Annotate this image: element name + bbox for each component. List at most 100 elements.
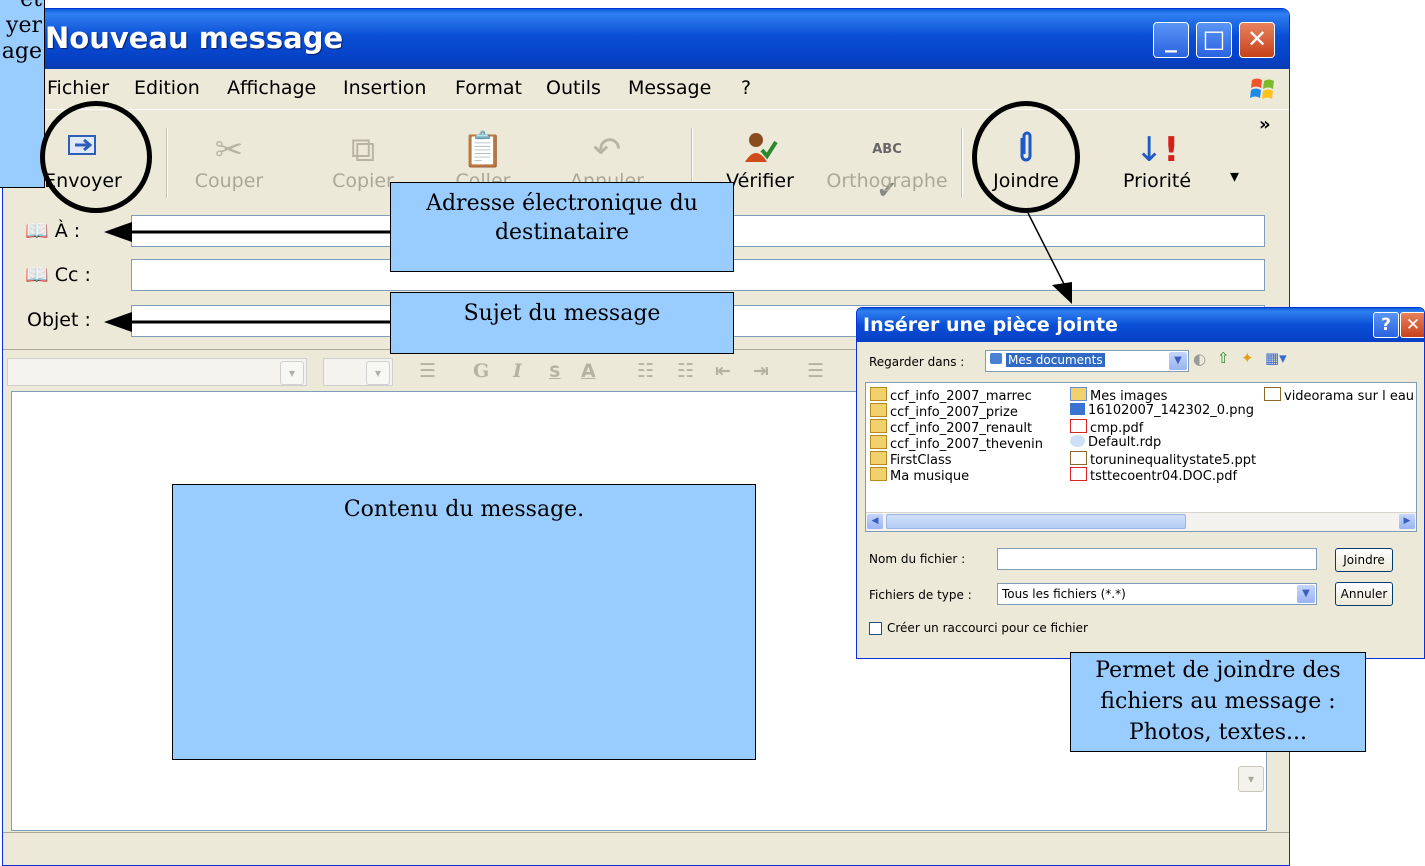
up-folder-icon[interactable]: ⇧ bbox=[1217, 349, 1230, 367]
send-callout-line-2: yer bbox=[6, 13, 42, 38]
list-item[interactable]: videorama sur l eau . bbox=[1264, 387, 1416, 404]
spelling-label: Orthographe bbox=[826, 170, 948, 192]
image-file-icon bbox=[1070, 403, 1085, 415]
folder-icon bbox=[870, 451, 887, 465]
status-bar bbox=[3, 832, 1289, 865]
address-book-icon: 📖 bbox=[25, 264, 49, 286]
window-title: Nouveau message bbox=[45, 21, 344, 55]
list-item[interactable]: toruninequalitystate5.ppt bbox=[1070, 451, 1256, 468]
horizontal-scrollbar[interactable]: ◀ ▶ bbox=[866, 512, 1416, 531]
align-left-icon[interactable]: ☰ bbox=[807, 360, 824, 382]
new-folder-icon[interactable]: ✦ bbox=[1241, 349, 1254, 367]
list-item[interactable]: ccf_info_2007_prize bbox=[870, 403, 1018, 420]
menu-affichage[interactable]: Affichage bbox=[227, 77, 316, 99]
attach-dialog-button[interactable]: Joindre bbox=[1335, 548, 1393, 572]
font-name-combo[interactable]: ▾ bbox=[7, 358, 307, 386]
close-icon: ✕ bbox=[1246, 25, 1268, 53]
back-icon[interactable]: ◐ bbox=[1193, 350, 1206, 368]
list-item[interactable]: 16102007_142302_0.png bbox=[1070, 403, 1254, 418]
underline-button[interactable]: S bbox=[549, 362, 561, 381]
close-button[interactable]: ✕ bbox=[1239, 22, 1275, 58]
numbered-list-icon[interactable]: ☷ bbox=[637, 360, 654, 382]
attach-dialog: Insérer une pièce jointe ? ✕ Regarder da… bbox=[856, 307, 1425, 659]
maximize-button[interactable]: □ bbox=[1196, 22, 1232, 58]
list-item[interactable]: Mes images bbox=[1070, 387, 1167, 404]
decrease-indent-icon[interactable]: ⇤ bbox=[715, 360, 731, 382]
list-item[interactable]: ccf_info_2007_renault bbox=[870, 419, 1032, 436]
cancel-dialog-button[interactable]: Annuler bbox=[1335, 582, 1393, 606]
filename-label: Nom du fichier : bbox=[869, 552, 966, 566]
look-in-combo[interactable]: Mes documents ▼ bbox=[985, 350, 1189, 372]
windows-logo-icon bbox=[1250, 78, 1274, 99]
filetype-combo[interactable]: Tous les fichiers (*.*) ▼ bbox=[997, 583, 1317, 605]
to-label[interactable]: 📖 À : bbox=[25, 219, 80, 242]
scissors-icon: ✂ bbox=[214, 130, 244, 170]
filename-input[interactable] bbox=[997, 548, 1317, 570]
undo-icon: ↶ bbox=[592, 130, 622, 170]
title-bar[interactable]: Nouveau message _ □ ✕ bbox=[3, 9, 1289, 69]
copy-icon: ⧉ bbox=[350, 130, 376, 170]
maximize-icon: □ bbox=[1202, 25, 1226, 53]
menu-edition[interactable]: Edition bbox=[134, 77, 200, 99]
pdf-file-icon bbox=[1070, 419, 1087, 433]
bullet-list-icon[interactable]: ☷ bbox=[677, 360, 694, 382]
priority-icon: ↓! bbox=[1134, 130, 1180, 170]
minimize-button[interactable]: _ bbox=[1153, 22, 1189, 58]
shortcut-checkbox[interactable] bbox=[869, 622, 882, 635]
check-names-icon bbox=[745, 133, 778, 162]
list-item[interactable]: ccf_info_2007_marrec bbox=[870, 387, 1032, 404]
cc-label[interactable]: 📖 Cc : bbox=[25, 263, 91, 286]
folder-icon bbox=[870, 435, 887, 449]
scrollbar-thumb[interactable] bbox=[886, 514, 1186, 529]
toolbar-separator bbox=[961, 128, 963, 198]
list-item[interactable]: FirstClass bbox=[870, 451, 952, 468]
menu-insertion[interactable]: Insertion bbox=[343, 77, 426, 99]
font-color-button[interactable]: A bbox=[581, 360, 596, 382]
scroll-right-icon[interactable]: ▶ bbox=[1399, 514, 1415, 529]
ppt-file-icon bbox=[1070, 451, 1087, 465]
view-menu-icon[interactable]: ▦▾ bbox=[1265, 349, 1287, 367]
priority-dropdown-arrow[interactable]: ▾ bbox=[1230, 166, 1239, 187]
spelling-button[interactable]: ABC ✔ Orthographe bbox=[825, 110, 949, 210]
font-size-combo[interactable]: ▾ bbox=[323, 358, 393, 386]
increase-indent-icon[interactable]: ⇥ bbox=[753, 360, 769, 382]
dialog-close-button[interactable]: ✕ bbox=[1400, 312, 1424, 338]
help-icon: ? bbox=[1381, 315, 1391, 335]
chevron-down-icon: ▾ bbox=[1247, 772, 1255, 786]
list-item[interactable]: Default.rdp bbox=[1070, 435, 1161, 450]
filetype-label: Fichiers de type : bbox=[869, 588, 972, 602]
paragraph-style-icon[interactable]: ☰ bbox=[419, 360, 436, 382]
file-list: ccf_info_2007_marrec ccf_info_2007_prize… bbox=[865, 382, 1417, 532]
minimize-icon: _ bbox=[1165, 25, 1177, 53]
menu-message[interactable]: Message bbox=[628, 77, 711, 99]
scroll-down-button[interactable]: ▾ bbox=[1238, 766, 1264, 792]
attach-callout: Permet de joindre des fichiers au messag… bbox=[1070, 652, 1366, 752]
toolbar-overflow-chevron[interactable]: » bbox=[1259, 114, 1271, 135]
list-item[interactable]: tsttecoentr04.DOC.pdf bbox=[1070, 467, 1237, 484]
folder-icon bbox=[990, 353, 1002, 364]
chevron-down-icon: ▾ bbox=[366, 361, 390, 385]
bold-button[interactable]: G bbox=[473, 360, 489, 382]
send-callout: et yer age bbox=[0, 0, 45, 188]
italic-button[interactable]: I bbox=[513, 360, 522, 382]
menu-outils[interactable]: Outils bbox=[546, 77, 601, 99]
list-item[interactable]: Ma musique bbox=[870, 467, 969, 484]
folder-icon bbox=[870, 387, 887, 401]
attach-highlight-circle bbox=[972, 101, 1080, 213]
list-item[interactable]: ccf_info_2007_thevenin bbox=[870, 435, 1043, 452]
remote-desktop-icon bbox=[1070, 435, 1085, 447]
scroll-left-icon[interactable]: ◀ bbox=[867, 514, 883, 529]
list-item[interactable]: cmp.pdf bbox=[1070, 419, 1143, 436]
menu-help[interactable]: ? bbox=[741, 77, 751, 99]
menu-format[interactable]: Format bbox=[455, 77, 522, 99]
dialog-title-bar[interactable]: Insérer une pièce jointe ? ✕ bbox=[857, 308, 1424, 342]
priority-label: Priorité bbox=[1122, 170, 1192, 192]
cut-button[interactable]: ✂ Couper bbox=[187, 110, 271, 210]
content-callout: Contenu du message. bbox=[172, 484, 756, 760]
priority-button[interactable]: ↓! Priorité bbox=[1107, 110, 1207, 210]
send-highlight-circle bbox=[40, 101, 152, 213]
help-button[interactable]: ? bbox=[1373, 312, 1399, 338]
menu-fichier[interactable]: Fichier bbox=[47, 77, 109, 99]
chevron-down-icon: ▾ bbox=[280, 361, 304, 385]
address-book-icon: 📖 bbox=[25, 220, 49, 242]
